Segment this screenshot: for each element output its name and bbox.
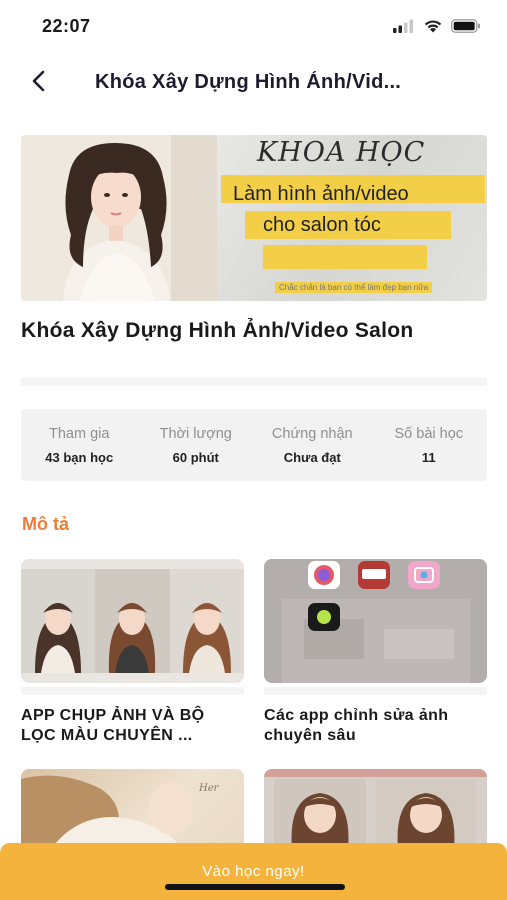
page-title: Khóa Xây Dựng Hình Ảnh/Vid... (95, 71, 402, 93)
lesson-card[interactable]: APP CHỤP ẢNH VÀ BỘ LỌC MÀU CHUYÊN ... (21, 559, 244, 746)
beautyplus-icon (408, 561, 440, 589)
banner-tagline: Chắc chắn là bạn có thể làm đẹp bạn nữa (275, 282, 433, 293)
stat-lesson-count: Số bài học 11 (371, 409, 488, 481)
stat-label: Thời lượng (159, 426, 232, 442)
home-indicator (165, 884, 345, 890)
lesson-thumbnail[interactable]: Her (21, 769, 244, 849)
divider (21, 378, 487, 386)
lesson-thumbnail[interactable] (264, 559, 487, 683)
nav-bar: Khóa Xây Dựng Hình Ảnh/Vid... (0, 58, 507, 108)
stat-certificate: Chứng nhận Chưa đạt (254, 409, 371, 481)
chevron-left-icon (31, 70, 47, 97)
remini-icon (358, 561, 390, 589)
course-title: Khóa Xây Dựng Hình Ảnh/Video Salon (21, 319, 414, 342)
banner-line-2: cho salon tóc (263, 214, 381, 236)
stat-participants: Tham gia 43 bạn học (21, 409, 138, 481)
lesson-title[interactable]: Các app chỉnh sửa ảnh chuyên sâu (264, 706, 487, 746)
status-time: 22:07 (42, 16, 91, 36)
lesson-thumbnail[interactable] (264, 769, 487, 849)
signal-icon (393, 19, 415, 38)
status-bar: 22:07 (0, 0, 507, 52)
highlight-stripe (263, 245, 427, 269)
back-button[interactable] (24, 68, 54, 98)
lesson-title[interactable]: APP CHỤP ẢNH VÀ BỘ LỌC MÀU CHUYÊN ... (21, 706, 244, 746)
banner-heading: KHOA HỌC (257, 137, 426, 168)
card-divider (21, 687, 244, 695)
lesson-thumbnail[interactable] (21, 559, 244, 683)
status-icons (393, 19, 481, 38)
start-learning-button[interactable]: Vào học ngay! (0, 843, 507, 900)
banner-photo (21, 135, 217, 301)
stat-label: Chứng nhận (271, 426, 353, 442)
course-stats: Tham gia 43 bạn học Thời lượng 60 phút C… (21, 409, 487, 481)
lesson-card[interactable]: Her (21, 769, 244, 849)
stat-value: 60 phút (172, 450, 219, 465)
wifi-icon (423, 19, 443, 38)
lesson-card[interactable]: Các app chỉnh sửa ảnh chuyên sâu (264, 559, 487, 746)
stat-value: 11 (421, 450, 436, 465)
thumbnail-caption: Her (198, 783, 220, 794)
banner-text-panel: KHOA HỌC Làm hình ảnh/video cho salon tó… (217, 135, 487, 301)
description-heading: Mô tả (22, 514, 69, 534)
lesson-card[interactable] (264, 769, 487, 849)
stat-value: Chưa đạt (283, 450, 341, 465)
stat-duration: Thời lượng 60 phút (138, 409, 255, 481)
stat-value: 43 bạn học (45, 450, 114, 465)
stat-label: Tham gia (49, 426, 110, 442)
faceapp-icon (308, 561, 340, 589)
course-banner: KHOA HỌC Làm hình ảnh/video cho salon tó… (21, 135, 487, 301)
stat-label: Số bài học (394, 426, 464, 442)
start-learning-label: Vào học ngay! (202, 863, 305, 880)
battery-icon (451, 19, 481, 38)
card-divider (264, 687, 487, 695)
banner-line-1: Làm hình ảnh/video (233, 183, 409, 205)
